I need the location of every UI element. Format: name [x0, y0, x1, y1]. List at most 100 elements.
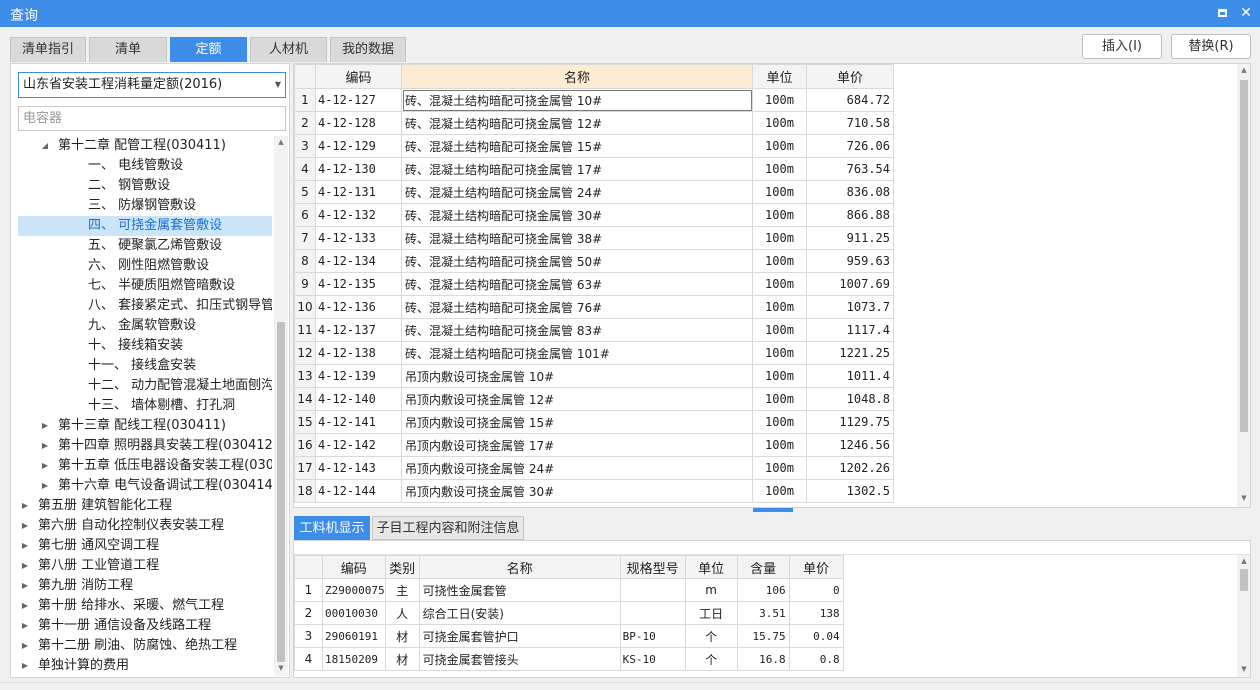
quota-name[interactable]: 吊顶内敷设可挠金属管 12#	[401, 387, 753, 411]
scroll-up-icon[interactable]: ▲	[1237, 66, 1250, 74]
replace-button[interactable]: 替换(R)	[1171, 34, 1251, 59]
quota-code[interactable]: 4-12-131	[315, 180, 402, 204]
expand-arrow-icon[interactable]: ▶	[20, 596, 30, 616]
quota-code[interactable]: 4-12-143	[315, 456, 402, 480]
quota-row[interactable]: 4 4-12-130 砖、混凝土结构暗配可挠金属管 17# 100m 763.54	[294, 157, 894, 181]
header-unit[interactable]: 单位	[684, 555, 738, 579]
header-unit[interactable]: 单位	[752, 64, 807, 89]
resource-price[interactable]: 0	[788, 578, 844, 602]
quota-code[interactable]: 4-12-137	[315, 318, 402, 342]
quota-code[interactable]: 4-12-135	[315, 272, 402, 296]
tree-scrollbar[interactable]: ▲ ▼	[274, 136, 288, 676]
resource-row[interactable]: 3 29060191 材可挠金属套管护口 BP-10 个 15.75 0.04	[294, 624, 844, 648]
tree-node[interactable]: ▶ 第十四章 照明器具安装工程(030412)	[18, 436, 272, 456]
resource-unit[interactable]: 个	[684, 647, 738, 671]
header-qty[interactable]: 含量	[736, 555, 790, 579]
quota-unit[interactable]: 100m	[752, 157, 807, 181]
tree-node[interactable]: ▶ 第十册 给排水、采暖、燃气工程	[18, 596, 272, 616]
quota-price[interactable]: 1011.4	[806, 364, 894, 388]
tab-quota[interactable]: 定额	[170, 37, 247, 62]
quota-price[interactable]: 1007.69	[806, 272, 894, 296]
tree-node[interactable]: 十、 接线箱安装	[18, 336, 272, 356]
quota-code[interactable]: 4-12-130	[315, 157, 402, 181]
resource-price[interactable]: 138	[788, 601, 844, 625]
quota-price[interactable]: 1302.5	[806, 479, 894, 503]
tab-bill-guide[interactable]: 清单指引	[10, 37, 86, 62]
header-code[interactable]: 编码	[322, 555, 386, 579]
tree-node[interactable]: 五、 硬聚氯乙烯管敷设	[18, 236, 272, 256]
quota-row[interactable]: 6 4-12-132 砖、混凝土结构暗配可挠金属管 30# 100m 866.88	[294, 203, 894, 227]
quota-row[interactable]: 7 4-12-133 砖、混凝土结构暗配可挠金属管 38# 100m 911.25	[294, 226, 894, 250]
tab-labor-material-machine[interactable]: 人材机	[250, 37, 327, 62]
resource-row[interactable]: 1 Z29000075 主可挠性金属套管 m 106 0	[294, 578, 844, 602]
resource-spec[interactable]	[619, 578, 686, 602]
resource-price[interactable]: 0.04	[788, 624, 844, 648]
quota-code[interactable]: 4-12-127	[315, 88, 402, 112]
quota-name[interactable]: 砖、混凝土结构暗配可挠金属管 76#	[401, 295, 753, 319]
quota-name[interactable]: 砖、混凝土结构暗配可挠金属管 17#	[401, 157, 753, 181]
tree-node[interactable]: 十三、 墙体剔槽、打孔洞	[18, 396, 272, 416]
resource-price[interactable]: 0.8	[788, 647, 844, 671]
quota-price[interactable]: 1246.56	[806, 433, 894, 457]
tree-node[interactable]: 四、 可挠金属套管敷设	[18, 216, 272, 236]
close-button[interactable]: ✕	[1236, 3, 1256, 23]
quota-row[interactable]: 2 4-12-128 砖、混凝土结构暗配可挠金属管 12# 100m 710.58	[294, 111, 894, 135]
tree-node[interactable]: 六、 刚性阻燃管敷设	[18, 256, 272, 276]
quota-unit[interactable]: 100m	[752, 203, 807, 227]
tree-node[interactable]: 八、 套接紧定式、扣压式钢导管...	[18, 296, 272, 316]
header-name[interactable]: 名称	[401, 64, 753, 89]
resource-row[interactable]: 2 00010030 人综合工日(安装) 工日 3.51 138	[294, 601, 844, 625]
quota-unit[interactable]: 100m	[752, 249, 807, 273]
search-input[interactable]: 电容器	[18, 106, 286, 131]
quota-code[interactable]: 4-12-133	[315, 226, 402, 250]
quota-name[interactable]: 砖、混凝土结构暗配可挠金属管 38#	[401, 226, 753, 250]
quota-row[interactable]: 17 4-12-143 吊顶内敷设可挠金属管 24# 100m 1202.26	[294, 456, 894, 480]
quota-unit[interactable]: 100m	[752, 180, 807, 204]
quota-price[interactable]: 684.72	[806, 88, 894, 112]
quota-price[interactable]: 1202.26	[806, 456, 894, 480]
quota-library-select[interactable]: 山东省安装工程消耗量定额(2016) ▼	[18, 72, 286, 98]
scroll-up-icon[interactable]: ▲	[1237, 557, 1250, 565]
header-code[interactable]: 编码	[315, 64, 402, 89]
quota-name[interactable]: 砖、混凝土结构暗配可挠金属管 15#	[401, 134, 753, 158]
panel-splitter[interactable]	[293, 508, 1251, 514]
quota-unit[interactable]: 100m	[752, 364, 807, 388]
quota-unit[interactable]: 100m	[752, 318, 807, 342]
quota-unit[interactable]: 100m	[752, 88, 807, 112]
quota-row[interactable]: 15 4-12-141 吊顶内敷设可挠金属管 15# 100m 1129.75	[294, 410, 894, 434]
quota-name[interactable]: 砖、混凝土结构暗配可挠金属管 101#	[401, 341, 753, 365]
resource-scrollbar[interactable]: ▲ ▼	[1237, 555, 1250, 677]
quota-code[interactable]: 4-12-134	[315, 249, 402, 273]
header-price[interactable]: 单价	[788, 555, 844, 579]
tree-node[interactable]: ▶ 第八册 工业管道工程	[18, 556, 272, 576]
expand-arrow-icon[interactable]: ▶	[20, 656, 30, 676]
quota-price[interactable]: 710.58	[806, 111, 894, 135]
quota-code[interactable]: 4-12-138	[315, 341, 402, 365]
quota-price[interactable]: 866.88	[806, 203, 894, 227]
tab-resource-display[interactable]: 工料机显示	[294, 516, 370, 540]
expand-arrow-icon[interactable]: ▶	[40, 436, 50, 456]
quota-price[interactable]: 1048.8	[806, 387, 894, 411]
resource-spec[interactable]: KS-10	[619, 647, 686, 671]
expand-arrow-icon[interactable]: ▶	[20, 636, 30, 656]
expand-arrow-icon[interactable]: ▶	[40, 456, 50, 476]
resource-qty[interactable]: 15.75	[736, 624, 790, 648]
quota-row[interactable]: 8 4-12-134 砖、混凝土结构暗配可挠金属管 50# 100m 959.63	[294, 249, 894, 273]
expand-arrow-icon[interactable]: ▶	[20, 616, 30, 636]
resource-unit[interactable]: 工日	[684, 601, 738, 625]
resource-row[interactable]: 4 18150209 材可挠金属套管接头 KS-10 个 16.8 0.8	[294, 647, 844, 671]
resource-scroll-thumb[interactable]	[1240, 569, 1248, 591]
quota-row[interactable]: 16 4-12-142 吊顶内敷设可挠金属管 17# 100m 1246.56	[294, 433, 894, 457]
tab-work-content-notes[interactable]: 子目工程内容和附注信息	[372, 516, 524, 540]
scroll-down-icon[interactable]: ▼	[1237, 494, 1250, 502]
expand-arrow-icon[interactable]: ▶	[20, 496, 30, 516]
resource-unit[interactable]: m	[684, 578, 738, 602]
resource-code[interactable]: 18150209	[322, 647, 386, 671]
resource-qty[interactable]: 106	[736, 578, 790, 602]
resource-code[interactable]: 29060191	[322, 624, 386, 648]
expand-arrow-icon[interactable]: ▶	[20, 556, 30, 576]
quota-price[interactable]: 836.08	[806, 180, 894, 204]
quota-name[interactable]: 吊顶内敷设可挠金属管 24#	[401, 456, 753, 480]
quota-name[interactable]: 砖、混凝土结构暗配可挠金属管 63#	[401, 272, 753, 296]
quota-name[interactable]: 吊顶内敷设可挠金属管 30#	[401, 479, 753, 503]
